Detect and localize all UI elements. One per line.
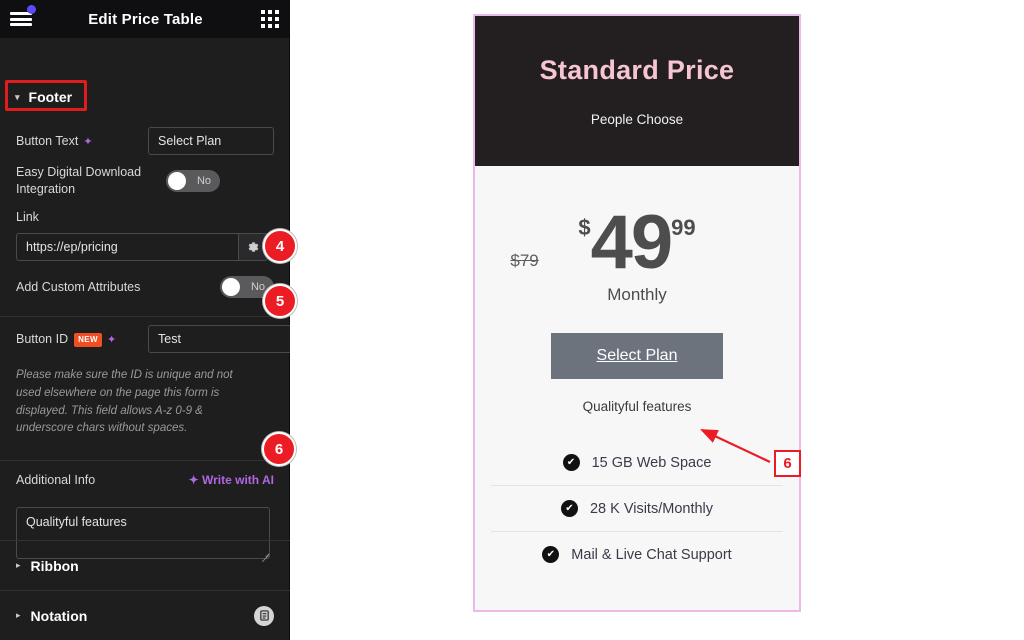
list-item: ✔ Mail & Live Chat Support: [491, 531, 783, 577]
feature-text: 15 GB Web Space: [591, 454, 712, 471]
editor-panel: Edit Price Table ▾ Footer Button Text✦: [0, 0, 342, 640]
link-input-group: [16, 233, 268, 261]
chevron-right-icon: ▸: [16, 560, 21, 570]
accordion-footer[interactable]: ▾ Footer: [8, 83, 84, 111]
button-id-help-text: Please make sure the ID is unique and no…: [16, 369, 233, 435]
panel-body: ▾ Footer Button Text✦ Easy Digital Downl…: [0, 38, 342, 640]
link-input[interactable]: [16, 233, 238, 261]
card-additional-info: Qualityful features: [582, 399, 692, 414]
feature-text: Mail & Live Chat Support: [571, 546, 732, 563]
toggle-knob: [222, 278, 240, 296]
card-subtitle: People Choose: [590, 112, 684, 127]
accordion-ribbon[interactable]: ▸ Ribbon: [0, 540, 290, 590]
additional-info-label: Additional Info: [16, 472, 96, 487]
field-link-label-row: Link: [0, 204, 290, 230]
price-period: Monthly: [607, 285, 667, 304]
toggle-knob: [168, 172, 186, 190]
list-item: ✔ 15 GB Web Space: [491, 440, 783, 485]
select-plan-button-wrap: Select Plan: [475, 333, 799, 379]
annotation-marker-4: 4: [263, 229, 297, 263]
annotation-marker-6-circle: 6: [262, 432, 296, 466]
chevron-down-icon: ▾: [15, 91, 20, 102]
accordion-notation-label: Notation: [30, 607, 88, 624]
screen-root: Edit Price Table ▾ Footer Button Text✦: [0, 0, 1024, 640]
edd-toggle-value: No: [196, 175, 211, 187]
check-circle-icon: ✔: [542, 546, 560, 563]
page-title: Edit Price Table: [88, 10, 203, 28]
list-item: ✔ 28 K Visits/Monthly: [491, 485, 783, 531]
chevron-right-icon: ▸: [16, 610, 21, 620]
check-circle-icon: ✔: [562, 454, 580, 471]
bottom-accordions: ▸ Ribbon ▸ Notation: [0, 540, 290, 640]
price-decimals: 99: [671, 215, 696, 241]
feature-text: 28 K Visits/Monthly: [589, 500, 714, 517]
features-list: ✔ 15 GB Web Space ✔ 28 K Visits/Monthly …: [475, 440, 799, 577]
field-button-id: Button ID NEW ✦: [0, 317, 342, 361]
edd-integration-toggle[interactable]: No: [166, 170, 220, 192]
apps-grid-icon[interactable]: [259, 9, 279, 29]
check-circle-icon: ✔: [560, 500, 578, 517]
edd-integration-label: Easy Digital Download Integration: [16, 165, 142, 196]
accordion-ribbon-label: Ribbon: [30, 557, 79, 574]
price-old: $79: [510, 251, 539, 271]
accordion-footer-label: Footer: [28, 89, 73, 105]
custom-attributes-label: Add Custom Attributes: [16, 279, 141, 294]
card-header: Standard Price People Choose: [475, 16, 799, 166]
notation-doc-icon[interactable]: [254, 605, 274, 626]
new-badge: NEW: [74, 332, 102, 348]
price-inner: $79 $ 49 99: [510, 200, 696, 286]
price-block: $79 $ 49 99 Monthly: [475, 166, 799, 321]
notification-dot-icon: [27, 5, 36, 14]
field-additional-info-header: Additional Info ✦ Write with AI: [0, 461, 290, 499]
field-button-text: Button Text ✦: [0, 124, 290, 158]
price-currency: $: [578, 215, 591, 241]
price-table-card: Standard Price People Choose $79 $ 49 99…: [473, 14, 801, 612]
preview-canvas: Standard Price People Choose $79 $ 49 99…: [290, 0, 1024, 640]
button-text-label: Button Text ✦: [16, 133, 93, 148]
button-id-input-group: [148, 325, 342, 353]
footer-settings-form: Button Text✦ Easy Digital Download Integ…: [0, 124, 342, 564]
ai-sparkle-icon[interactable]: ✦: [83, 136, 92, 148]
link-label: Link: [16, 209, 39, 224]
button-id-label: Button ID NEW ✦: [16, 331, 117, 348]
annotation-marker-5: 5: [263, 284, 297, 318]
field-link: [0, 230, 290, 264]
accordion-notation[interactable]: ▸ Notation: [0, 590, 290, 640]
footer-section-highlight: ▾ Footer: [5, 80, 87, 111]
hamburger-menu-icon[interactable]: [10, 5, 36, 27]
card-title: Standard Price: [539, 55, 735, 85]
field-custom-attributes: Add Custom Attributes No: [0, 264, 290, 310]
field-edd-integration: Easy Digital Download Integration No: [0, 158, 290, 204]
annotation-marker-6-square: 6: [774, 450, 801, 477]
panel-header: Edit Price Table: [0, 0, 289, 38]
price-amount: 49: [590, 200, 674, 286]
button-text-input[interactable]: [148, 127, 274, 155]
select-plan-button[interactable]: Select Plan: [550, 333, 724, 379]
write-with-ai-button[interactable]: ✦ Write with AI: [189, 473, 274, 487]
ai-sparkle-icon[interactable]: ✦: [107, 334, 116, 346]
